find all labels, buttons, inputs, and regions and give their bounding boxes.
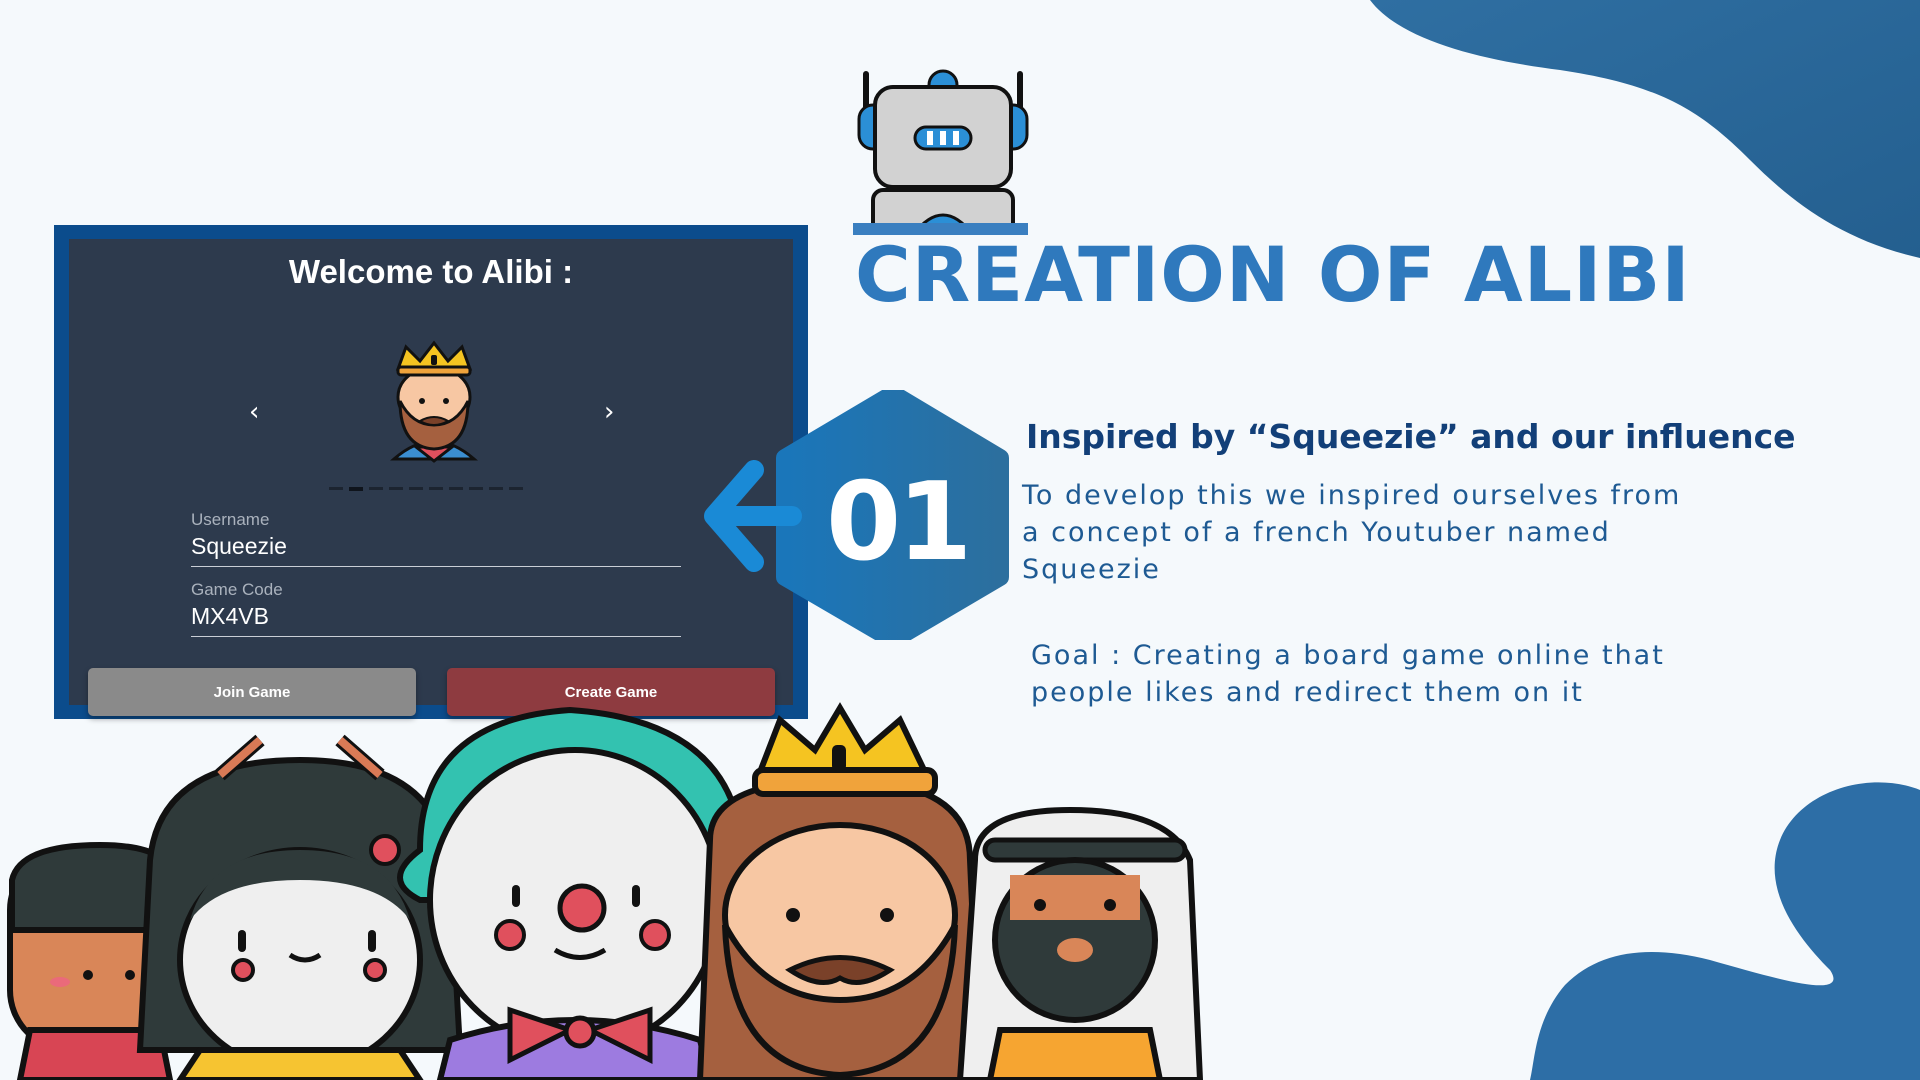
next-avatar-button[interactable]: › xyxy=(604,397,614,427)
pagination-dot[interactable] xyxy=(369,487,383,490)
top-right-blob xyxy=(1370,0,1920,258)
character-man-icon xyxy=(956,806,1204,1080)
game-screen: Welcome to Alibi : ‹ › Username Squeezie… xyxy=(69,239,793,716)
prev-avatar-button[interactable]: ‹ xyxy=(249,397,259,427)
character-geisha-icon xyxy=(136,734,464,1080)
username-field[interactable]: Username Squeezie xyxy=(191,510,681,567)
pagination-dot[interactable] xyxy=(469,487,483,490)
king-avatar-icon xyxy=(390,340,478,463)
welcome-title: Welcome to Alibi : xyxy=(288,253,574,290)
pagination-dot[interactable] xyxy=(389,487,403,490)
section-subtitle: Inspired by “Squeezie” and our influence xyxy=(1026,417,1796,456)
pagination-dot[interactable] xyxy=(489,487,503,490)
step-number: 01 xyxy=(826,460,972,585)
description-paragraph: To develop this we inspired ourselves fr… xyxy=(1022,480,1682,585)
pagination-dot[interactable] xyxy=(449,487,463,490)
characters-illustration xyxy=(7,702,1204,1080)
pagination-dot[interactable] xyxy=(409,487,423,490)
bottom-right-blob xyxy=(1530,782,1920,1080)
game-screenshot-frame: Welcome to Alibi : ‹ › Username Squeezie… xyxy=(54,225,808,719)
username-input[interactable]: Squeezie xyxy=(191,533,681,566)
game-code-field[interactable]: Game Code MX4VB xyxy=(191,580,681,637)
character-king-icon xyxy=(696,702,984,1080)
pagination-dot[interactable] xyxy=(329,487,343,490)
slide-title: CREATION OF ALIBI xyxy=(855,230,1691,319)
pagination-dot[interactable] xyxy=(509,487,523,490)
pagination-dot[interactable] xyxy=(429,487,443,490)
avatar-pagination xyxy=(329,487,523,491)
robot-icon xyxy=(853,69,1029,235)
username-label: Username xyxy=(191,510,270,529)
game-code-label: Game Code xyxy=(191,580,283,599)
pagination-dot-active[interactable] xyxy=(349,487,363,491)
game-code-input[interactable]: MX4VB xyxy=(191,603,681,636)
